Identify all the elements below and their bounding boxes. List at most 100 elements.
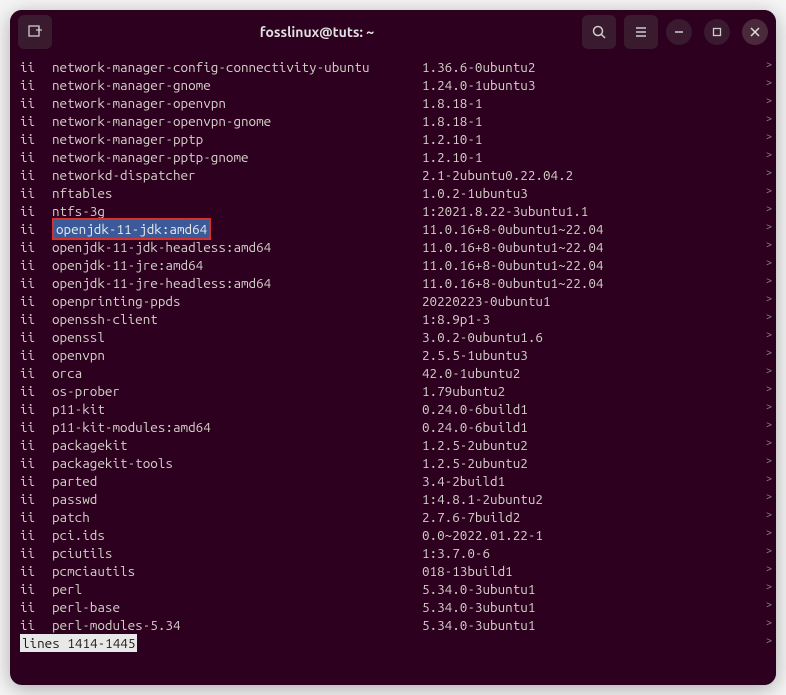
close-button[interactable] — [742, 19, 768, 45]
package-name: network-manager-openvpn — [52, 94, 422, 112]
package-row: iinetwork-manager-pptp-gnome1.2.10-1 — [20, 148, 752, 166]
package-name: openjdk-11-jdk-headless:amd64 — [52, 238, 422, 256]
search-button[interactable] — [582, 15, 616, 49]
package-name: networkd-dispatcher — [52, 166, 422, 184]
package-status: ii — [20, 166, 52, 184]
package-version: 1.8.18-1 — [422, 112, 752, 130]
package-version: 0.0~2022.01.22-1 — [422, 526, 752, 544]
scroll-indicator: > — [762, 488, 776, 506]
scroll-indicator: > — [762, 578, 776, 596]
package-name: openjdk-11-jre:amd64 — [52, 256, 422, 274]
menu-button[interactable] — [624, 15, 658, 49]
package-version: 018-13build1 — [422, 562, 752, 580]
package-name: pciutils — [52, 544, 422, 562]
scroll-indicator: > — [762, 596, 776, 614]
package-row: iinetwork-manager-openvpn1.8.18-1 — [20, 94, 752, 112]
close-icon — [750, 27, 760, 37]
package-name: pcmciautils — [52, 562, 422, 580]
package-row: iiopenssl3.0.2-0ubuntu1.6 — [20, 328, 752, 346]
package-status: ii — [20, 112, 52, 130]
package-status: ii — [20, 382, 52, 400]
package-name: nftables — [52, 184, 422, 202]
package-version: 11.0.16+8-0ubuntu1~22.04 — [422, 256, 752, 274]
scroll-indicator: > — [762, 344, 776, 362]
package-status: ii — [20, 418, 52, 436]
package-status: ii — [20, 454, 52, 472]
new-tab-button[interactable] — [18, 15, 52, 49]
package-version: 1.2.10-1 — [422, 148, 752, 166]
package-version: 20220223-0ubuntu1 — [422, 292, 752, 310]
package-row: iiopenvpn2.5.5-1ubuntu3 — [20, 346, 752, 364]
scroll-indicator: > — [762, 326, 776, 344]
minimize-button[interactable] — [666, 19, 692, 45]
package-name: perl — [52, 580, 422, 598]
package-version: 0.24.0-6build1 — [422, 418, 752, 436]
package-status: ii — [20, 292, 52, 310]
package-status: ii — [20, 76, 52, 94]
package-version: 5.34.0-3ubuntu1 — [422, 580, 752, 598]
package-status: ii — [20, 184, 52, 202]
package-row: iios-prober1.79ubuntu2 — [20, 382, 752, 400]
package-row: iiopenjdk-11-jdk-headless:amd6411.0.16+8… — [20, 238, 752, 256]
package-status: ii — [20, 526, 52, 544]
package-status: ii — [20, 310, 52, 328]
scroll-indicator: > — [762, 272, 776, 290]
package-name: os-prober — [52, 382, 422, 400]
maximize-button[interactable] — [704, 19, 730, 45]
terminal-output[interactable]: iinetwork-manager-config-connectivity-ub… — [10, 54, 762, 685]
package-version: 1.24.0-1ubuntu3 — [422, 76, 752, 94]
scroll-indicator: > — [762, 74, 776, 92]
package-version: 42.0-1ubuntu2 — [422, 364, 752, 382]
package-status: ii — [20, 616, 52, 634]
terminal-window: fosslinux@tuts: ~ iinetwork-manager-conf… — [10, 10, 776, 685]
scroll-indicator: > — [762, 362, 776, 380]
package-row: iipasswd1:4.8.1-2ubuntu2 — [20, 490, 752, 508]
package-status: ii — [20, 256, 52, 274]
package-name: openssl — [52, 328, 422, 346]
scroll-indicator: > — [762, 434, 776, 452]
package-status: ii — [20, 328, 52, 346]
package-name: orca — [52, 364, 422, 382]
package-row: iip11-kit-modules:amd640.24.0-6build1 — [20, 418, 752, 436]
package-status: ii — [20, 400, 52, 418]
package-version: 1.36.6-0ubuntu2 — [422, 58, 752, 76]
package-version: 11.0.16+8-0ubuntu1~22.04 — [422, 274, 752, 292]
package-name: perl-modules-5.34 — [52, 616, 422, 634]
scroll-indicator: > — [762, 146, 776, 164]
package-status: ii — [20, 598, 52, 616]
package-name: packagekit — [52, 436, 422, 454]
package-row: iiorca42.0-1ubuntu2 — [20, 364, 752, 382]
package-status: ii — [20, 508, 52, 526]
scroll-indicator: > — [762, 524, 776, 542]
package-name: perl-base — [52, 598, 422, 616]
package-status: ii — [20, 346, 52, 364]
package-status: ii — [20, 130, 52, 148]
package-version: 2.7.6-7build2 — [422, 508, 752, 526]
package-row: iinetworkd-dispatcher2.1-2ubuntu0.22.04.… — [20, 166, 752, 184]
package-version: 0.24.0-6build1 — [422, 400, 752, 418]
package-version: 2.5.5-1ubuntu3 — [422, 346, 752, 364]
package-version: 1.79ubuntu2 — [422, 382, 752, 400]
package-row: iipatch2.7.6-7build2 — [20, 508, 752, 526]
package-status: ii — [20, 472, 52, 490]
scroll-indicator: > — [762, 542, 776, 560]
pager-status: lines 1414-1445 — [20, 634, 137, 652]
package-name: network-manager-pptp-gnome — [52, 148, 422, 166]
package-status: ii — [20, 220, 52, 238]
package-name: openvpn — [52, 346, 422, 364]
package-row: iiopenjdk-11-jdk:amd6411.0.16+8-0ubuntu1… — [20, 220, 752, 238]
scroll-indicator: > — [762, 236, 776, 254]
scroll-indicator: > — [762, 614, 776, 632]
package-version: 5.34.0-3ubuntu1 — [422, 598, 752, 616]
package-version: 11.0.16+8-0ubuntu1~22.04 — [422, 220, 752, 238]
scrollbar[interactable]: >>>>>>>>>>>>>>>>>>>>>>>>>>>>>>>>> — [762, 54, 776, 685]
package-version: 3.4-2build1 — [422, 472, 752, 490]
package-row: iinftables1.0.2-1ubuntu3 — [20, 184, 752, 202]
package-version: 3.0.2-0ubuntu1.6 — [422, 328, 752, 346]
package-status: ii — [20, 544, 52, 562]
scroll-indicator: > — [762, 560, 776, 578]
package-status: ii — [20, 148, 52, 166]
package-row: iiperl-modules-5.345.34.0-3ubuntu1 — [20, 616, 752, 634]
scroll-indicator: > — [762, 56, 776, 74]
package-status: ii — [20, 94, 52, 112]
